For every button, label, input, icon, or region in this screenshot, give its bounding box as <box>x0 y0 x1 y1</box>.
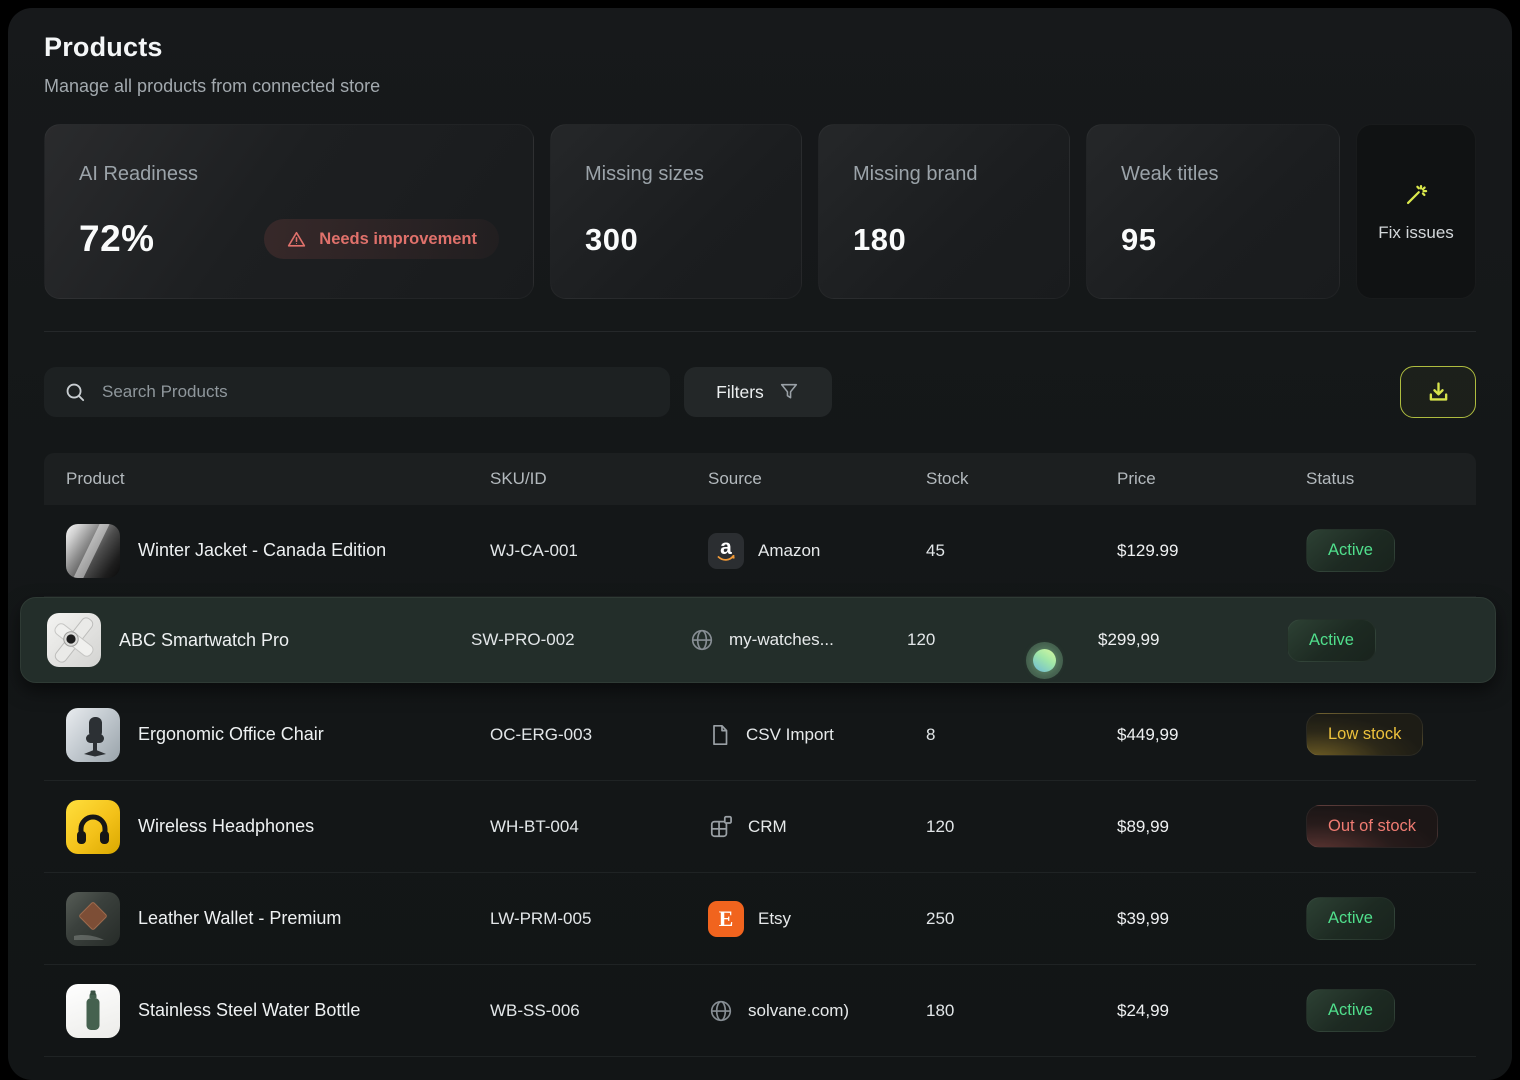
stats-row: AI Readiness 72% Needs improvement Missi… <box>44 124 1476 299</box>
table-row-headphones[interactable]: Wireless Headphones WH-BT-004 CRM 120 $8… <box>44 781 1476 873</box>
file-icon <box>708 723 732 747</box>
stat-value: 72% <box>79 218 155 260</box>
search-icon <box>64 381 87 404</box>
col-sku: SKU/ID <box>490 469 708 489</box>
stat-label: AI Readiness <box>79 163 499 186</box>
filters-label: Filters <box>716 382 764 403</box>
product-thumbnail <box>47 613 101 667</box>
source-label: CSV Import <box>746 725 834 745</box>
stat-value: 300 <box>585 222 767 258</box>
price-cell: $39,99 <box>1117 909 1306 929</box>
search-input[interactable] <box>102 382 650 402</box>
product-name: Winter Jacket - Canada Edition <box>138 540 386 561</box>
sku-cell: WJ-CA-001 <box>490 541 708 561</box>
product-thumbnail <box>66 800 120 854</box>
page-title: Products <box>44 8 1476 63</box>
status-badge: Out of stock <box>1306 805 1438 848</box>
toolbar: Filters <box>44 366 1476 418</box>
stock-cell: 250 <box>926 909 1117 929</box>
product-thumbnail <box>66 984 120 1038</box>
products-page: Products Manage all products from connec… <box>8 8 1512 1080</box>
stat-label: Missing brand <box>853 163 1035 186</box>
warning-triangle-icon <box>286 229 307 250</box>
table-header: Product SKU/ID Source Stock Price Status <box>44 453 1476 505</box>
product-name: ABC Smartwatch Pro <box>119 630 289 651</box>
sku-cell: WH-BT-004 <box>490 817 708 837</box>
stock-cell: 120 <box>926 817 1117 837</box>
wand-sparkles-icon <box>1403 181 1430 208</box>
table-row-smartwatch-selected[interactable]: ABC Smartwatch Pro SW-PRO-002 my-watches… <box>20 597 1496 683</box>
col-source: Source <box>708 469 926 489</box>
price-cell: $24,99 <box>1117 1001 1306 1021</box>
product-name: Wireless Headphones <box>138 816 314 837</box>
source-label: solvane.com) <box>748 1001 849 1021</box>
source-label: CRM <box>748 817 787 837</box>
filters-button[interactable]: Filters <box>684 367 832 417</box>
price-cell: $89,99 <box>1117 817 1306 837</box>
stock-cell: 45 <box>926 541 1117 561</box>
price-cell: $129.99 <box>1117 541 1306 561</box>
status-badge: Active <box>1306 529 1395 572</box>
col-stock: Stock <box>926 469 1117 489</box>
table-row-water-bottle[interactable]: Stainless Steel Water Bottle WB-SS-006 s… <box>44 965 1476 1057</box>
price-cell: $299,99 <box>1098 630 1287 650</box>
table-row-winter-jacket[interactable]: Winter Jacket - Canada Edition WJ-CA-001… <box>44 505 1476 597</box>
grid-icon <box>708 814 734 840</box>
stock-cell: 120 <box>907 630 1098 650</box>
status-badge: Active <box>1287 619 1376 662</box>
amazon-icon: a <box>708 533 744 569</box>
col-status: Status <box>1306 469 1476 489</box>
sku-cell: LW-PRM-005 <box>490 909 708 929</box>
stat-label: Missing sizes <box>585 163 767 186</box>
funnel-icon <box>778 381 800 403</box>
globe-icon <box>708 998 734 1024</box>
page-subtitle: Manage all products from connected store <box>44 76 1476 97</box>
stat-value: 95 <box>1121 222 1305 258</box>
price-cell: $449,99 <box>1117 725 1306 745</box>
stat-label: Weak titles <box>1121 163 1305 186</box>
stat-card-weak-titles: Weak titles 95 <box>1086 124 1340 299</box>
stat-card-ai-readiness: AI Readiness 72% Needs improvement <box>44 124 534 299</box>
product-thumbnail <box>66 708 120 762</box>
stat-value: 180 <box>853 222 1035 258</box>
product-name: Stainless Steel Water Bottle <box>138 1000 360 1021</box>
product-name: Ergonomic Office Chair <box>138 724 324 745</box>
etsy-icon: E <box>708 901 744 937</box>
product-thumbnail <box>66 892 120 946</box>
col-price: Price <box>1117 469 1306 489</box>
fix-issues-button[interactable]: Fix issues <box>1356 124 1476 299</box>
status-badge: Active <box>1306 897 1395 940</box>
source-label: my-watches... <box>729 630 834 650</box>
search-box[interactable] <box>44 367 670 417</box>
col-product: Product <box>66 469 490 489</box>
table-row-office-chair[interactable]: Ergonomic Office Chair OC-ERG-003 CSV Im… <box>44 689 1476 781</box>
source-label: Amazon <box>758 541 820 561</box>
fix-issues-label: Fix issues <box>1378 223 1454 243</box>
sku-cell: WB-SS-006 <box>490 1001 708 1021</box>
status-badge: Active <box>1306 989 1395 1032</box>
section-divider <box>44 331 1476 332</box>
stat-card-missing-sizes: Missing sizes 300 <box>550 124 802 299</box>
sku-cell: SW-PRO-002 <box>471 630 689 650</box>
product-thumbnail <box>66 524 120 578</box>
export-download-button[interactable] <box>1400 366 1476 418</box>
table-row-leather-wallet[interactable]: Leather Wallet - Premium LW-PRM-005 E Et… <box>44 873 1476 965</box>
status-badge: Low stock <box>1306 713 1423 756</box>
needs-improvement-badge: Needs improvement <box>264 219 499 259</box>
sku-cell: OC-ERG-003 <box>490 725 708 745</box>
stock-cell: 8 <box>926 725 1117 745</box>
stat-card-missing-brand: Missing brand 180 <box>818 124 1070 299</box>
source-label: Etsy <box>758 909 791 929</box>
download-icon <box>1425 379 1452 406</box>
needs-improvement-label: Needs improvement <box>319 230 477 249</box>
stock-cell: 180 <box>926 1001 1117 1021</box>
product-name: Leather Wallet - Premium <box>138 908 341 929</box>
globe-icon <box>689 627 715 653</box>
